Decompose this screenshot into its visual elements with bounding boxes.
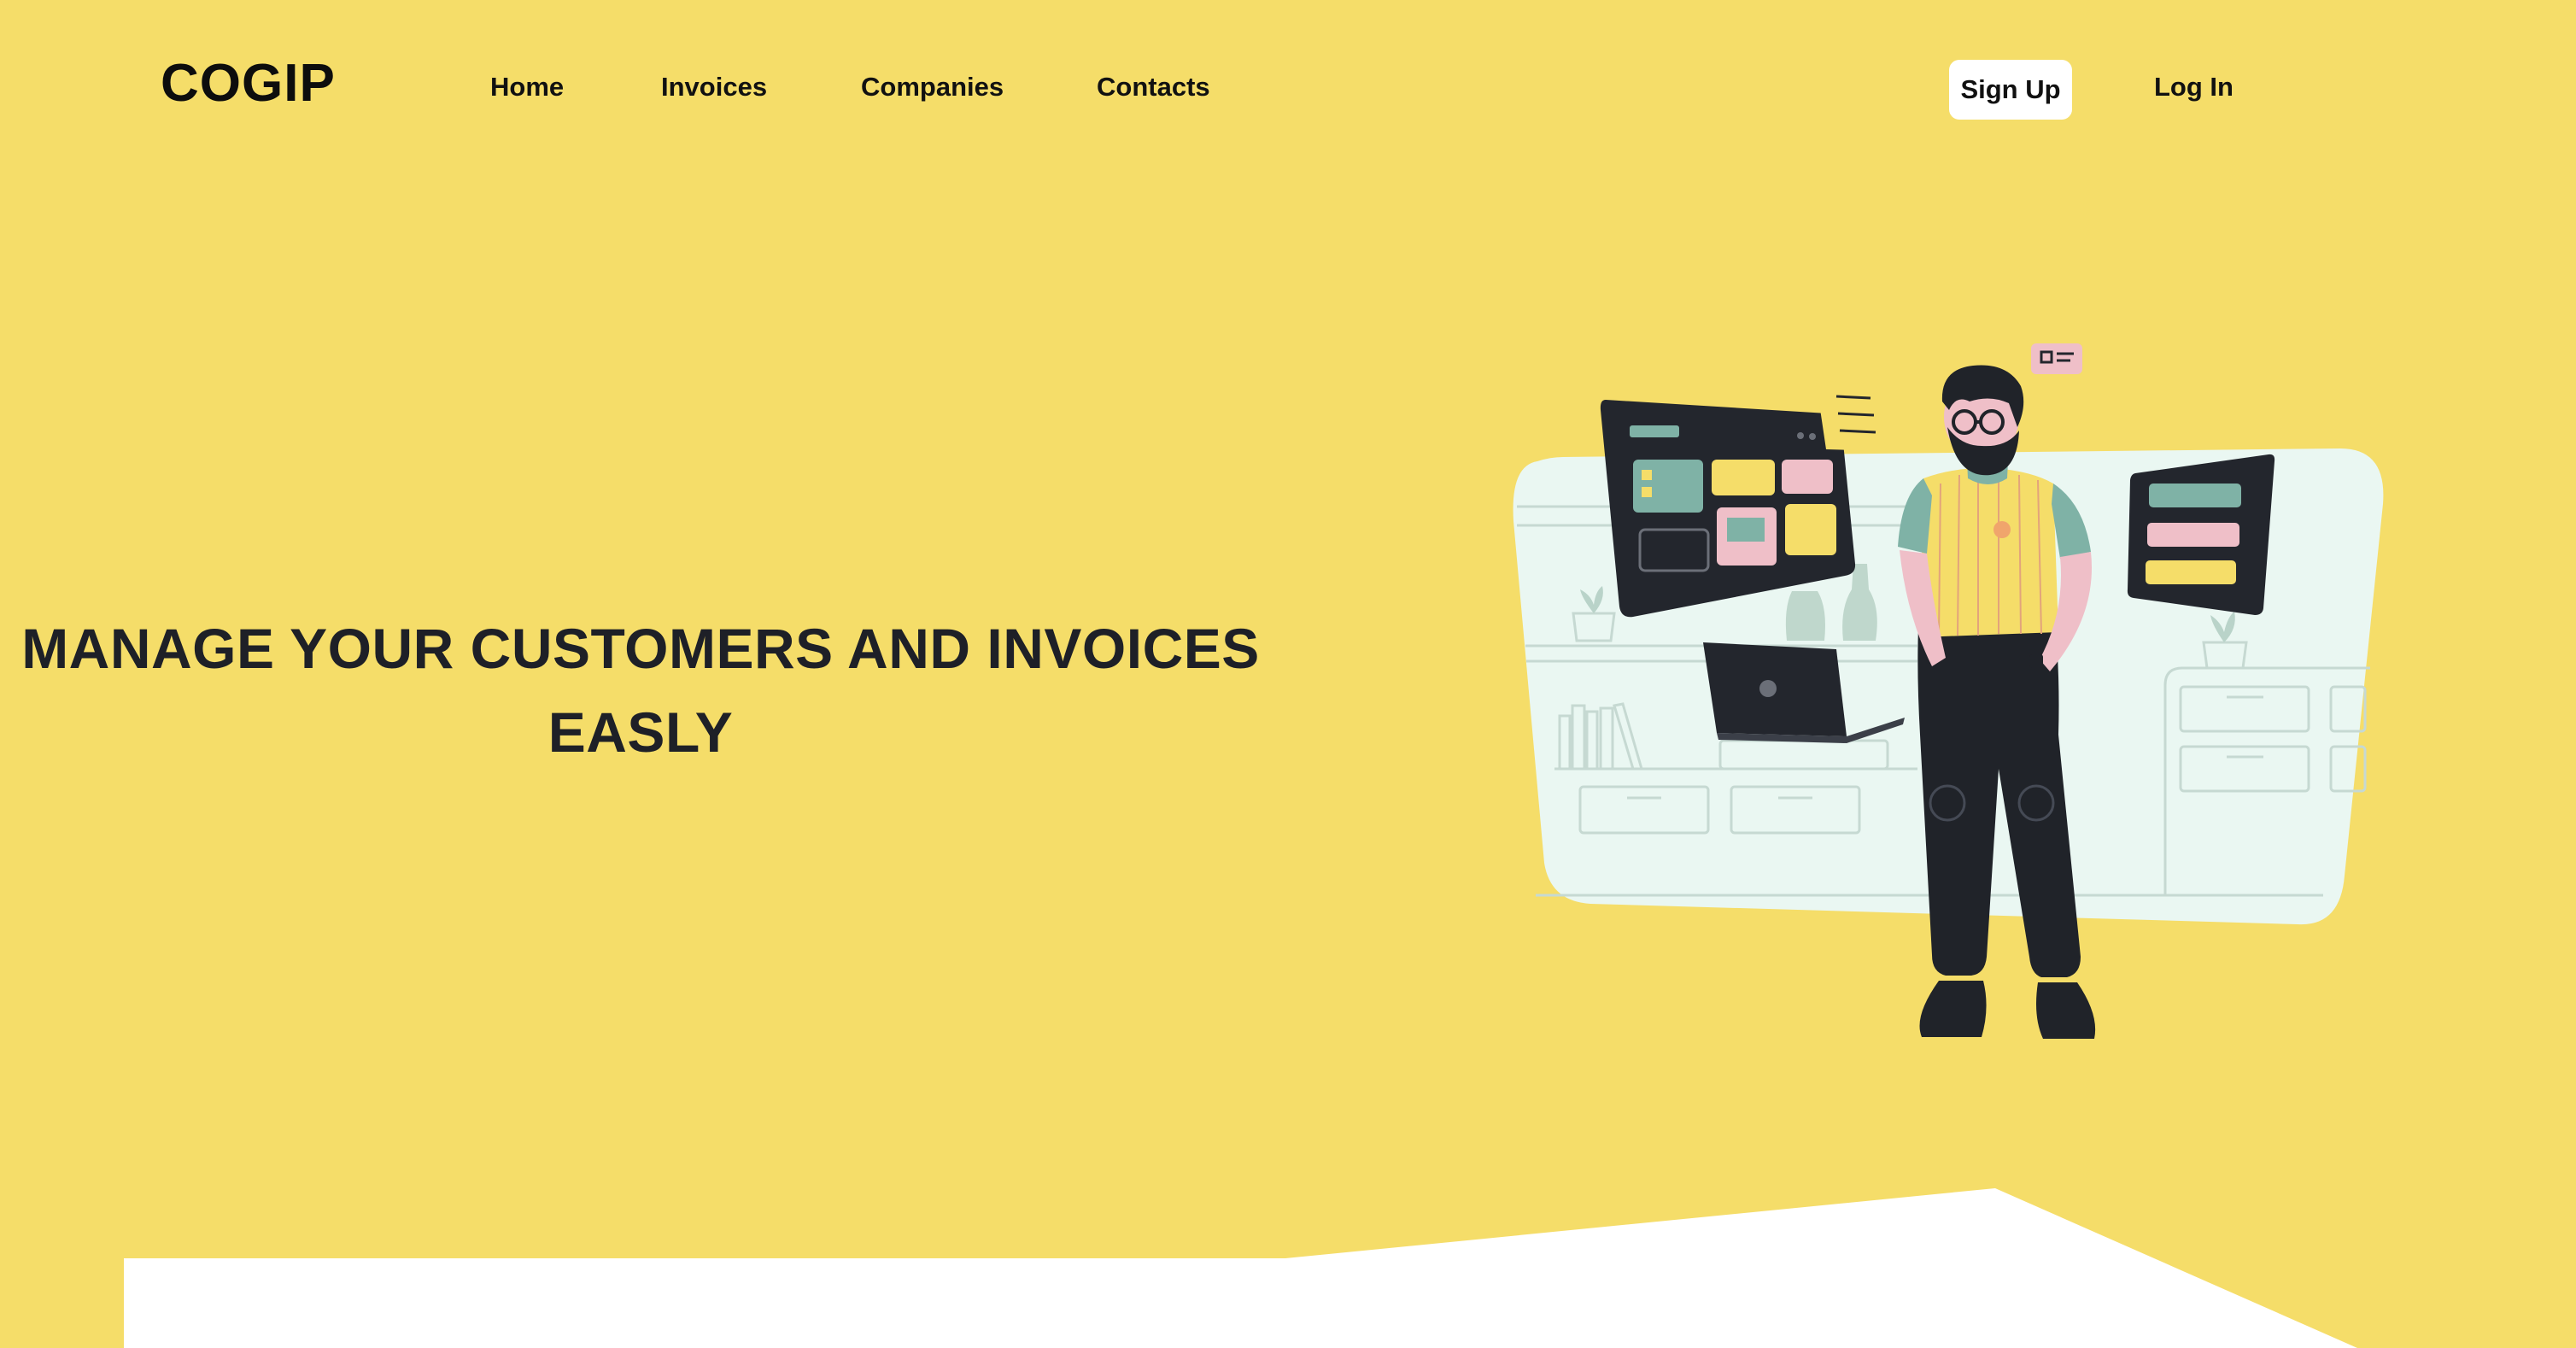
brand-logo[interactable]: COGIP [161,53,336,114]
site-header: COGIP Home Invoices Companies Contacts S… [0,0,2576,179]
speech-bubble [2031,343,2082,374]
log-in-link[interactable]: Log In [2154,72,2234,103]
checklist-note [1816,380,1886,451]
bottom-section-shape [124,1188,2357,1348]
nav-home-link[interactable]: Home [490,72,564,103]
plant-pot-right [2202,641,2248,670]
nav-invoices-link[interactable]: Invoices [661,72,767,103]
nav-contacts-link[interactable]: Contacts [1097,72,1210,103]
sign-up-button[interactable]: Sign Up [1949,60,2072,120]
hero-title: MANAGE YOUR CUSTOMERS AND INVOICES EASLY [21,617,1260,764]
hero-illustration [1513,343,2384,1039]
plant-pot-left [1572,612,1616,642]
nav-companies-link[interactable]: Companies [861,72,1004,103]
vase-1 [1785,591,1825,641]
small-monitor [2127,454,2275,615]
